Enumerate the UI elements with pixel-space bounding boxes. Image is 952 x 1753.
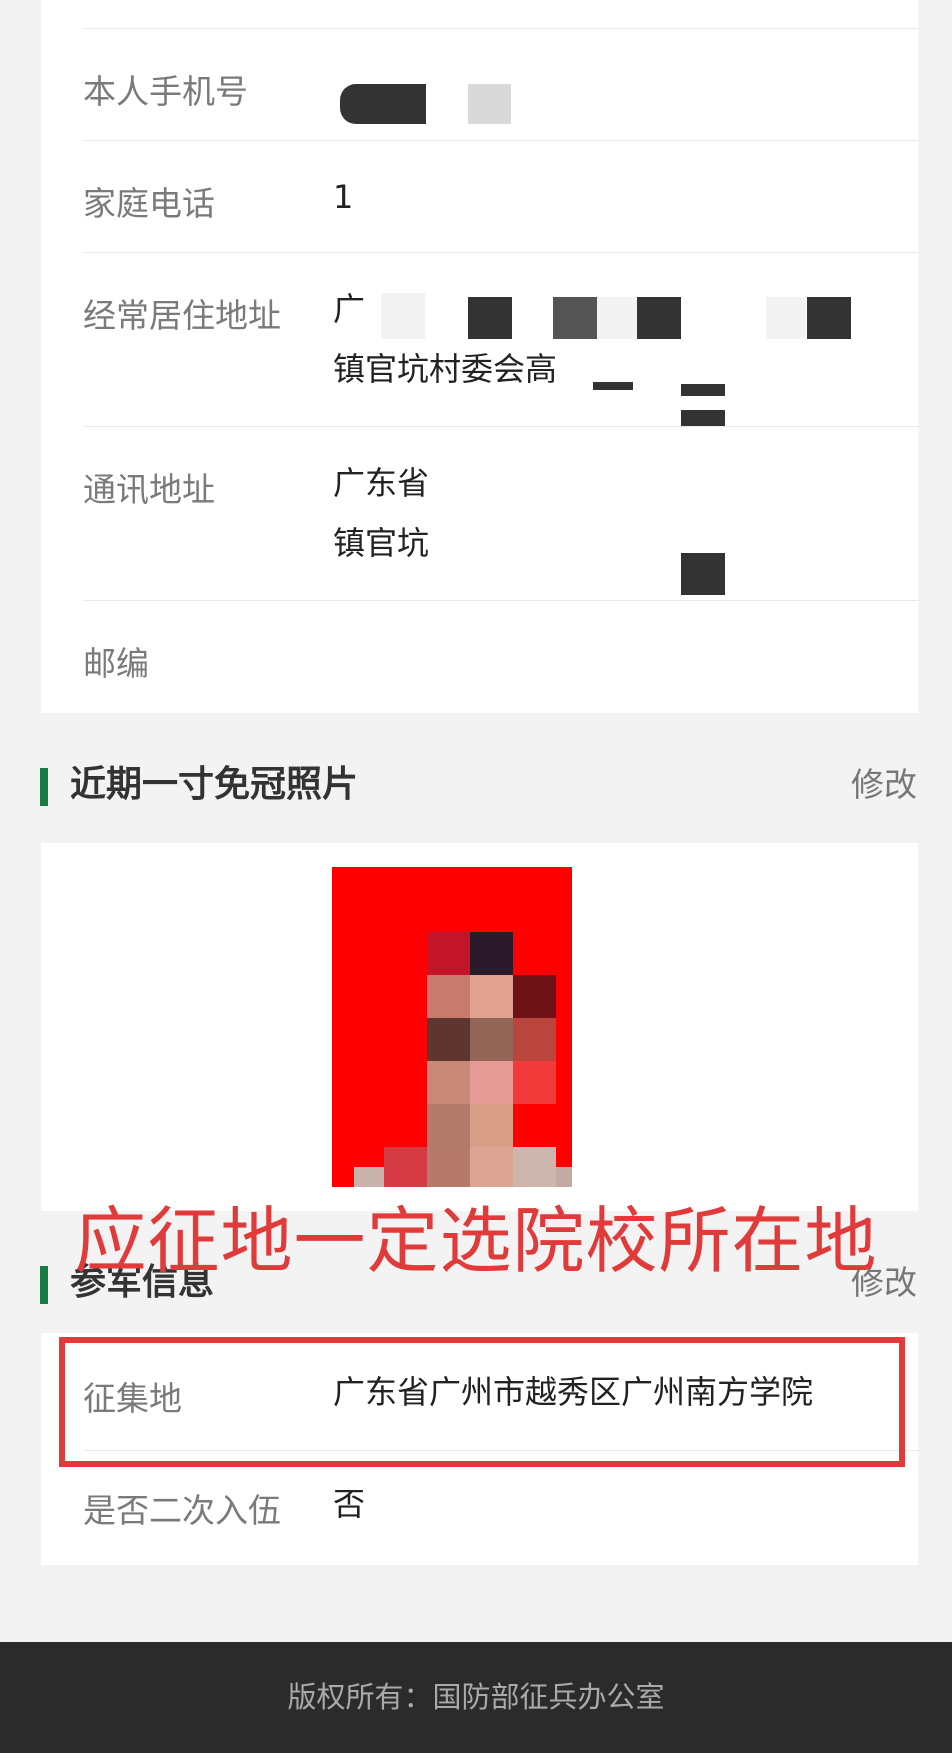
row-enlistment-place: 征集地 广东省广州市越秀区广州南方学院 bbox=[41, 1333, 919, 1451]
redaction-block bbox=[593, 382, 633, 390]
section-title: 近期一寸免冠照片 bbox=[70, 764, 359, 805]
row-value-line2: 镇官坑村委会高 bbox=[333, 350, 558, 388]
contact-info-card: 本人手机号 家庭电话 1 经常居住地址 广 镇官坑村委会高 通讯地址 广东省 镇… bbox=[41, 0, 919, 713]
mosaic-pixel bbox=[427, 1018, 470, 1061]
row-second-enlistment: 是否二次入伍 否 bbox=[41, 1451, 918, 1565]
redaction-block bbox=[468, 297, 512, 339]
row-postcode: 邮编 bbox=[41, 601, 918, 713]
row-mailing-address: 通讯地址 广东省 镇官坑 bbox=[41, 427, 919, 601]
row-value-line2: 镇官坑 bbox=[333, 524, 430, 562]
redaction-block bbox=[553, 297, 597, 339]
row-label: 经常居住地址 bbox=[83, 296, 281, 335]
row-label: 通讯地址 bbox=[83, 470, 215, 509]
redaction-block bbox=[681, 410, 725, 426]
redaction-block bbox=[381, 293, 425, 339]
mosaic-pixel bbox=[427, 1104, 470, 1147]
mosaic-pixel bbox=[513, 1061, 556, 1104]
id-photo[interactable] bbox=[332, 867, 572, 1187]
mosaic-pixel bbox=[427, 1061, 470, 1104]
mosaic-pixel bbox=[427, 975, 470, 1018]
row-label: 家庭电话 bbox=[83, 184, 215, 223]
row-label: 是否二次入伍 bbox=[83, 1491, 281, 1530]
mosaic-pixel bbox=[513, 975, 556, 1018]
page: 本人手机号 家庭电话 1 经常居住地址 广 镇官坑村委会高 通讯地址 广东省 镇… bbox=[0, 0, 952, 1753]
mosaic-pixel bbox=[470, 1061, 513, 1104]
mosaic-pixel bbox=[384, 1147, 427, 1187]
military-info-card: 征集地 广东省广州市越秀区广州南方学院 是否二次入伍 否 bbox=[41, 1333, 919, 1565]
mosaic-pixel bbox=[513, 1018, 556, 1061]
row-residence-address: 经常居住地址 广 镇官坑村委会高 bbox=[41, 253, 919, 427]
row-value: 1 bbox=[333, 178, 354, 216]
row-value: 否 bbox=[333, 1485, 366, 1523]
edit-photo-button[interactable]: 修改 bbox=[851, 760, 917, 810]
row-value: 广东省广州市越秀区广州南方学院 bbox=[333, 1373, 814, 1411]
mosaic-pixel bbox=[470, 932, 513, 975]
row-home-phone: 家庭电话 1 bbox=[41, 141, 919, 253]
mosaic-pixel bbox=[513, 1147, 556, 1187]
mosaic-pixel bbox=[427, 932, 470, 975]
photo-card bbox=[41, 843, 918, 1211]
annotation-text: 应征地一定选院校所在地 bbox=[74, 1199, 878, 1283]
row-label: 本人手机号 bbox=[83, 72, 248, 111]
redaction-block bbox=[807, 297, 851, 339]
mosaic-pixel bbox=[354, 1167, 384, 1187]
mosaic-pixel bbox=[470, 1104, 513, 1147]
copyright-text: 版权所有：国防部征兵办公室 bbox=[287, 1680, 665, 1714]
mosaic-pixel bbox=[470, 975, 513, 1018]
redaction-block bbox=[468, 84, 511, 124]
mosaic-pixel bbox=[427, 1147, 470, 1187]
row-label: 邮编 bbox=[83, 644, 149, 683]
row-label: 征集地 bbox=[83, 1379, 182, 1418]
redaction-block bbox=[597, 297, 637, 339]
footer: 版权所有：国防部征兵办公室 bbox=[0, 1642, 952, 1753]
mosaic-pixel bbox=[470, 1147, 513, 1187]
accent-bar bbox=[40, 768, 48, 806]
redaction-block bbox=[340, 84, 426, 124]
redaction-block bbox=[681, 384, 725, 396]
photo-section-header: 近期一寸免冠照片 修改 bbox=[40, 760, 917, 810]
mosaic-pixel bbox=[556, 1167, 572, 1187]
redaction-block bbox=[681, 553, 725, 595]
row-value-line1: 广东省 bbox=[333, 464, 430, 502]
redaction-block bbox=[766, 297, 806, 339]
mosaic-pixel bbox=[470, 1018, 513, 1061]
redaction-block bbox=[637, 297, 681, 339]
